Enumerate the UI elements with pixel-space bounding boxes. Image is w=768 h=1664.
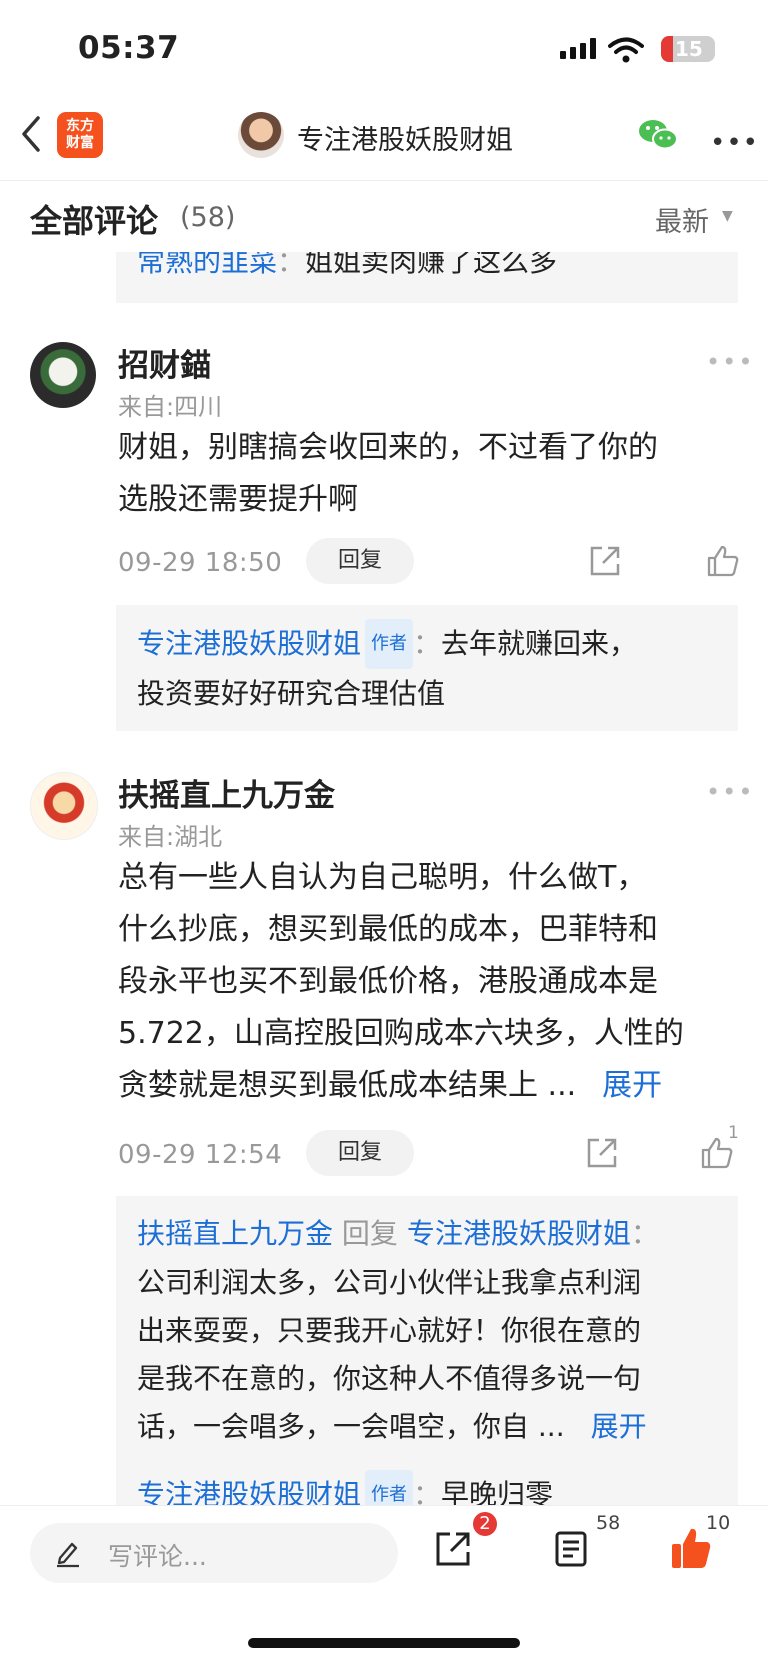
- reply-to-label: 回复: [341, 1217, 398, 1250]
- comment-body-line: 选股还需要提升啊: [118, 482, 358, 517]
- comments-heading: 全部评论: [30, 202, 159, 240]
- app-logo[interactable]: 东方 财富: [57, 112, 103, 158]
- author-avatar[interactable]: [238, 112, 284, 158]
- comment-body-line: 贪婪就是想买到最低成本结果上 ...: [118, 1068, 577, 1103]
- comment-username[interactable]: 扶摇直上九万金: [118, 770, 335, 815]
- reply-text: 去年就赚回来，: [441, 627, 638, 660]
- comments-count: (58): [180, 202, 236, 233]
- comment-input-placeholder[interactable]: 写评论...: [108, 1537, 207, 1573]
- share-badge: 2: [473, 1512, 497, 1536]
- avatar[interactable]: [30, 772, 98, 840]
- share-icon[interactable]: [588, 544, 622, 578]
- status-time: 05:37: [78, 30, 180, 66]
- battery-icon: 15: [661, 36, 715, 62]
- reply-separator: ：: [630, 1217, 659, 1250]
- comment-body-line: 财姐，别瞎搞会收回来的，不过看了你的: [118, 430, 658, 465]
- author-badge: 作者: [365, 619, 414, 669]
- reply-line: 专注港股妖股财姐 作者 ：去年就赚回来，: [137, 619, 637, 669]
- reply-separator: ：: [413, 627, 442, 660]
- back-arrow-icon[interactable]: [18, 112, 42, 156]
- more-menu-icon[interactable]: •••: [710, 128, 759, 158]
- pencil-icon: [57, 1542, 79, 1568]
- cellular-signal-icon: [560, 38, 596, 59]
- chevron-down-icon[interactable]: ▼: [722, 208, 733, 224]
- reply-text: 公司利润太多，公司小伙伴让我拿点利润 出来耍耍，只要我开心就好！你很在意的 是我…: [137, 1259, 647, 1451]
- comment-list-icon[interactable]: [554, 1530, 588, 1568]
- reply-button[interactable]: 回复: [306, 538, 414, 584]
- page-title[interactable]: 专注港股妖股财姐: [297, 118, 513, 157]
- comment-body-line: 总有一些人自认为自己聪明，什么做T，: [118, 860, 647, 895]
- expand-link[interactable]: 展开: [591, 1410, 647, 1443]
- avatar[interactable]: [30, 342, 96, 408]
- comment-location: 来自:四川: [118, 393, 223, 421]
- wechat-icon[interactable]: [637, 117, 679, 153]
- reply-target-username[interactable]: 专注港股妖股财姐: [407, 1217, 631, 1250]
- comment-body[interactable]: 财姐，别瞎搞会收回来的，不过看了你的 选股还需要提升啊: [118, 422, 658, 526]
- wifi-icon: [608, 37, 644, 63]
- like-count: 1: [728, 1123, 739, 1143]
- share-icon[interactable]: [434, 1530, 472, 1568]
- comment-location: 来自:湖北: [118, 823, 223, 851]
- comment-username[interactable]: 招财錨: [118, 340, 211, 385]
- comment-body[interactable]: 总有一些人自认为自己聪明，什么做T， 什么抄底，想买到最低的成本，巴菲特和 段永…: [118, 852, 738, 1112]
- reply-text-line: 话，一会唱多，一会唱空，你自 ...: [137, 1410, 565, 1443]
- comment-count: 58: [596, 1512, 621, 1534]
- comment-body-line: 5.722，山高控股回购成本六块多，人性的: [118, 1016, 684, 1051]
- logo-line-1: 东方: [66, 118, 94, 134]
- reply-username[interactable]: 扶摇直上九万金: [137, 1217, 333, 1250]
- reply-line: 扶摇直上九万金 回复 专注港股妖股财姐：: [137, 1210, 659, 1258]
- reply-text: 投资要好好研究合理估值: [137, 677, 446, 710]
- expand-link[interactable]: 展开: [602, 1068, 662, 1103]
- comment-more-icon[interactable]: •••: [706, 348, 754, 376]
- reply-text-line: 出来耍耍，只要我开心就好！你很在意的: [137, 1314, 642, 1347]
- comment-time: 09-29 12:54: [118, 1140, 283, 1170]
- home-indicator: [248, 1638, 520, 1648]
- comment-body-line: 什么抄底，想买到最低的成本，巴菲特和: [118, 912, 658, 947]
- comment-more-icon[interactable]: •••: [706, 778, 754, 806]
- thumbs-up-icon[interactable]: [706, 544, 740, 578]
- reply-username[interactable]: 专注港股妖股财姐: [137, 627, 361, 660]
- like-count: 10: [706, 1512, 731, 1534]
- share-icon[interactable]: [585, 1136, 619, 1170]
- comment-input[interactable]: [30, 1523, 398, 1583]
- comment-time: 09-29 18:50: [118, 548, 283, 578]
- reply-button[interactable]: 回复: [306, 1130, 414, 1176]
- reply-text-line: 是我不在意的，你这种人不值得多说一句: [137, 1362, 642, 1395]
- reply-text-line: 公司利润太多，公司小伙伴让我拿点利润: [137, 1266, 642, 1299]
- comment-body-line: 段永平也买不到最低价格，港股通成本是: [118, 964, 658, 999]
- battery-level: 15: [675, 37, 703, 61]
- header-mask: [0, 238, 768, 252]
- sort-dropdown[interactable]: 最新: [655, 200, 709, 239]
- logo-line-2: 财富: [66, 135, 94, 151]
